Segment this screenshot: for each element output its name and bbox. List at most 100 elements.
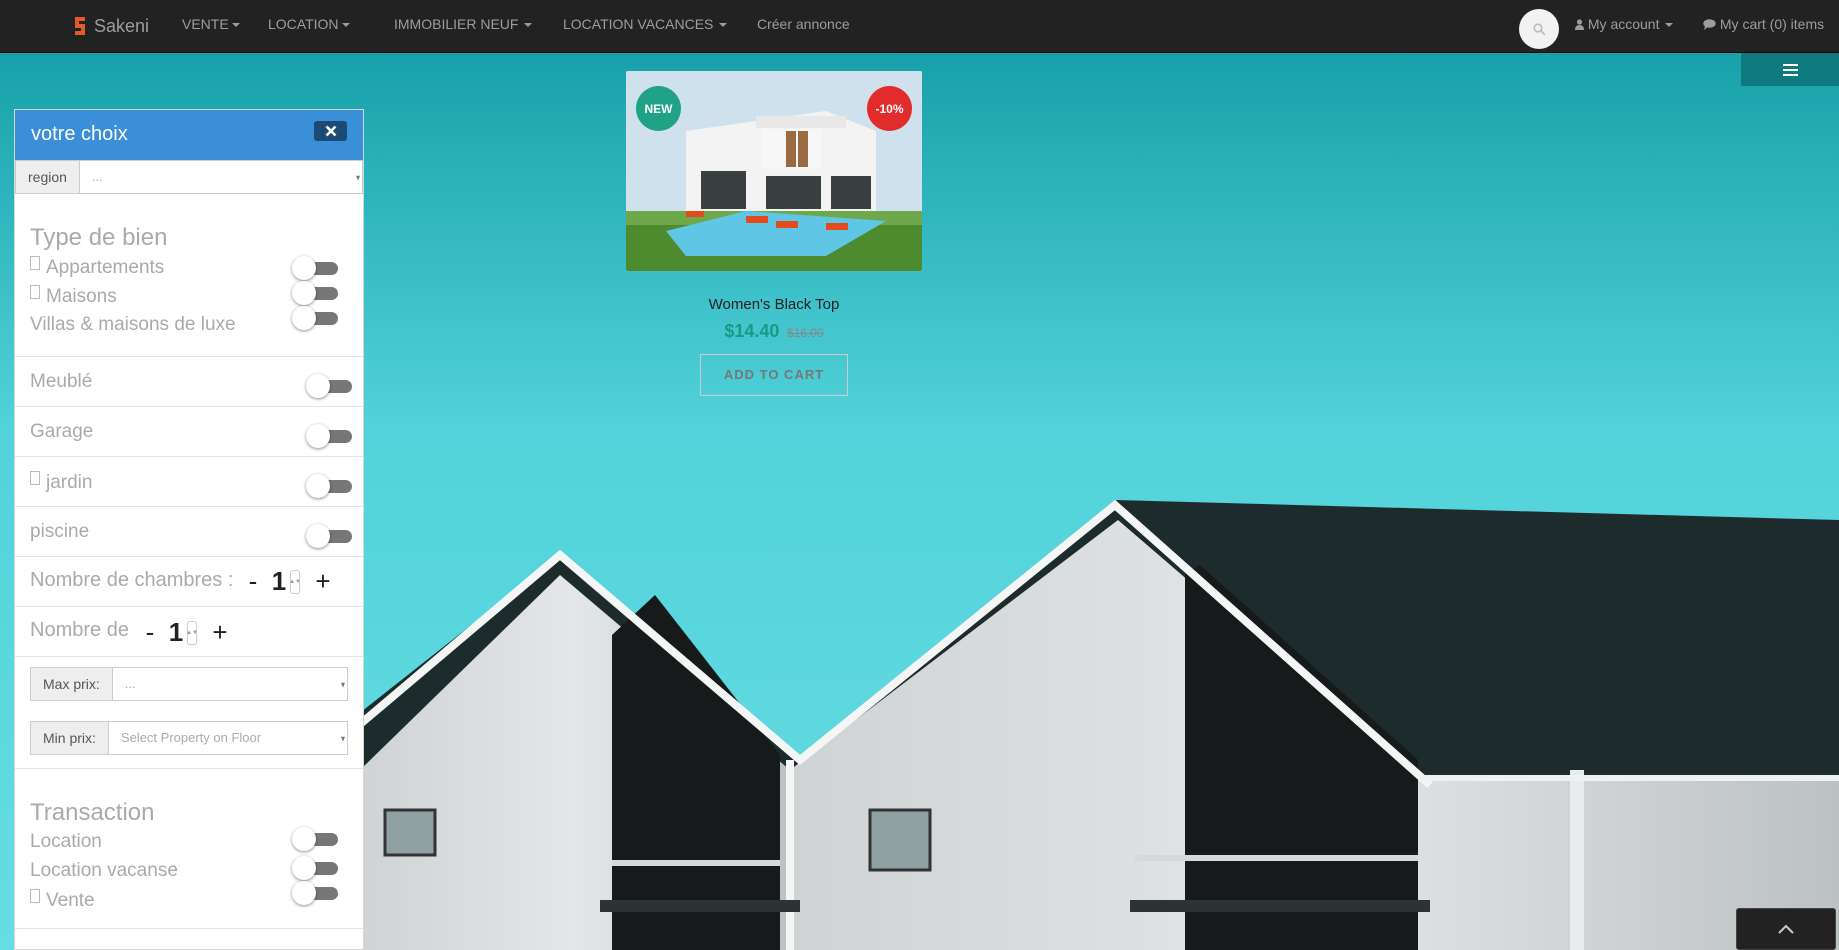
piscine-row: piscine: [15, 507, 363, 557]
product-name[interactable]: Women's Black Top: [626, 296, 922, 313]
transaction-label: Location: [30, 831, 102, 852]
my-cart-label: My cart (0) items: [1719, 16, 1825, 32]
select-arrow-icon: [341, 736, 345, 742]
max-prix-group: Max prix: ...: [30, 667, 348, 701]
comment-icon: [1703, 19, 1716, 30]
toggle-appartements[interactable]: [292, 256, 338, 280]
scroll-to-top-button[interactable]: [1736, 908, 1836, 950]
search-icon: [1532, 22, 1546, 36]
discount-badge: -10%: [867, 86, 912, 131]
nav-immobilier-neuf-label: IMMOBILIER NEUF: [394, 16, 519, 32]
new-badge: NEW: [636, 86, 681, 131]
garage-label: Garage: [30, 421, 94, 442]
toggle-location-vacanse[interactable]: [292, 856, 338, 880]
nav-creer-annonce[interactable]: Créer annonce: [757, 16, 850, 32]
brand-link[interactable]: Sakeni: [72, 13, 149, 39]
toggle-villas[interactable]: [292, 306, 338, 330]
close-icon: [325, 125, 336, 137]
product-price: $14.40: [724, 321, 780, 341]
chambres-counter: - 1 ▲▼ +: [238, 566, 338, 597]
spinner-icon[interactable]: ▲▼: [289, 569, 301, 594]
product-image[interactable]: NEW -10%: [626, 71, 922, 271]
region-label: region: [15, 160, 80, 194]
toggle-garage[interactable]: [306, 424, 352, 448]
chambres-minus-button[interactable]: -: [238, 566, 268, 597]
menu-toggle-button[interactable]: [1741, 53, 1839, 86]
select-arrow-icon: [356, 175, 360, 181]
toggle-vente[interactable]: [292, 881, 338, 905]
bars-icon: [1782, 63, 1798, 76]
min-prix-label: Min prix:: [30, 721, 109, 755]
search-button[interactable]: [1519, 9, 1559, 49]
transaction-section: Transaction Location Location vacanse Ve…: [15, 769, 363, 929]
region-select[interactable]: ...: [79, 160, 363, 194]
nombre-label: Nombre de: [30, 619, 129, 641]
toggle-meuble[interactable]: [306, 374, 352, 398]
nav-vente[interactable]: VENTE: [182, 16, 240, 32]
nav-vente-label: VENTE: [182, 16, 229, 32]
spinner-icon[interactable]: ▲▼: [186, 620, 198, 645]
toggle-jardin[interactable]: [306, 474, 352, 498]
toggle-piscine[interactable]: [306, 524, 352, 548]
product-card: NEW -10% Women's Black Top $14.40 $16.00…: [626, 71, 922, 396]
my-account-menu[interactable]: My account: [1575, 16, 1674, 32]
caret-down-icon: [231, 23, 240, 28]
type-de-bien-section: Type de bien Appartements Maisons Villas…: [15, 194, 363, 357]
chambres-plus-button[interactable]: +: [308, 566, 338, 597]
min-prix-placeholder: Select Property on Floor: [120, 730, 262, 745]
min-prix-select[interactable]: Select Property on Floor: [108, 721, 348, 755]
panel-header: votre choix: [15, 110, 363, 160]
meuble-label: Meublé: [30, 371, 93, 392]
garage-row: Garage: [15, 407, 363, 457]
transaction-item-vente: Vente: [15, 881, 363, 918]
max-prix-row: Max prix: ...: [15, 657, 363, 711]
caret-down-icon: [524, 23, 533, 28]
broken-image-icon: [30, 256, 40, 270]
chambres-value[interactable]: 1: [268, 566, 290, 597]
max-prix-select[interactable]: ...: [112, 667, 348, 701]
caret-down-icon: [1665, 23, 1674, 28]
type-de-bien-title: Type de bien: [30, 224, 168, 251]
my-cart-link[interactable]: My cart (0) items: [1703, 16, 1824, 32]
transaction-title: Transaction: [30, 799, 155, 826]
close-panel-button[interactable]: [314, 121, 347, 141]
max-prix-label: Max prix:: [30, 667, 113, 701]
chambres-label: Nombre de chambres :: [30, 569, 234, 591]
type-label: Appartements: [46, 257, 165, 278]
nombre-row: Nombre de - 1 ▲▼ +: [15, 607, 363, 657]
nav-location-vacances-label: LOCATION VACANCES: [563, 16, 714, 32]
toggle-maisons[interactable]: [292, 281, 338, 305]
nombre-minus-button[interactable]: -: [135, 617, 165, 648]
transaction-label: Location vacanse: [30, 860, 178, 881]
region-group: region ...: [15, 160, 363, 194]
my-account-label: My account: [1587, 16, 1660, 32]
broken-image-icon: [30, 285, 40, 299]
meuble-row: Meublé: [15, 357, 363, 407]
chevron-up-icon: [1778, 924, 1794, 934]
product-prices: $14.40 $16.00: [626, 321, 922, 342]
nombre-plus-button[interactable]: +: [205, 617, 235, 648]
nav-location[interactable]: LOCATION: [268, 16, 350, 32]
type-label: Villas & maisons de luxe: [30, 314, 236, 335]
panel-title: votre choix: [31, 123, 128, 145]
top-navbar: Sakeni VENTE LOCATION IMMOBILIER NEUF LO…: [0, 0, 1839, 53]
transaction-label: Vente: [46, 890, 95, 911]
caret-down-icon: [341, 23, 350, 28]
toggle-location[interactable]: [292, 827, 338, 851]
nav-location-vacances[interactable]: LOCATION VACANCES: [563, 16, 728, 32]
nav-creer-annonce-label: Créer annonce: [757, 16, 850, 32]
nombre-counter: - 1 ▲▼ +: [135, 617, 235, 648]
filter-panel: votre choix region ... Type de bien Appa…: [14, 109, 364, 950]
broken-image-icon: [30, 889, 40, 903]
caret-down-icon: [719, 23, 728, 28]
type-item-villas: Villas & maisons de luxe: [15, 306, 363, 343]
sakeni-logo-icon: [75, 17, 85, 35]
nombre-value[interactable]: 1: [165, 617, 187, 648]
add-to-cart-button[interactable]: ADD TO CART: [700, 354, 848, 396]
nav-location-label: LOCATION: [268, 16, 339, 32]
product-old-price: $16.00: [786, 326, 824, 340]
nav-immobilier-neuf[interactable]: IMMOBILIER NEUF: [394, 16, 533, 32]
jardin-label: jardin: [46, 472, 93, 493]
region-value: ...: [91, 169, 103, 184]
min-prix-group: Min prix: Select Property on Floor: [30, 721, 348, 755]
